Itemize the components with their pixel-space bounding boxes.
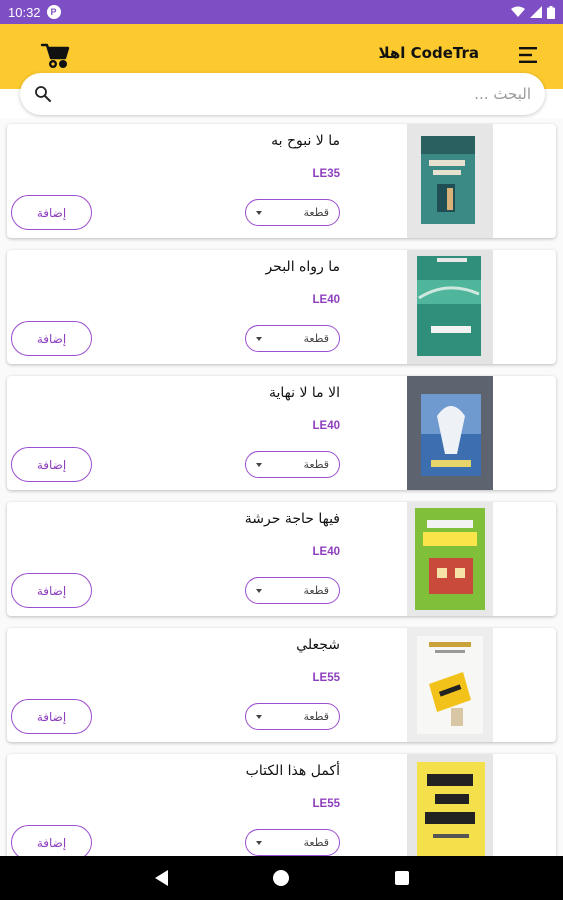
quantity-select[interactable]: قطعة (245, 451, 340, 478)
product-card[interactable]: فيها حاجة حرشة LE40 قطعة إضافة (7, 502, 556, 616)
product-card[interactable]: ما لا نبوح به LE35 قطعة إضافة (7, 124, 556, 238)
product-price: LE40 (312, 420, 341, 432)
quantity-select[interactable]: قطعة (245, 577, 340, 604)
dropdown-arrow-icon (256, 588, 262, 593)
add-to-cart-button[interactable]: إضافة (11, 447, 92, 482)
system-icons (511, 5, 555, 19)
product-card[interactable]: أكمل هذا الكتاب LE55 قطعة إضافة (7, 754, 556, 856)
product-card[interactable]: الا ما لا نهاية LE40 قطعة إضافة (7, 376, 556, 490)
cart-button[interactable] (38, 40, 72, 70)
book-cover-image (407, 754, 493, 856)
status-time: 10:32 (8, 4, 41, 20)
dropdown-arrow-icon (256, 714, 262, 719)
product-title: الا ما لا نهاية (269, 385, 340, 401)
add-to-cart-button[interactable]: إضافة (11, 573, 92, 608)
cart-icon (40, 43, 70, 68)
product-title: شجعلي (296, 637, 340, 653)
book-cover-image (407, 376, 493, 490)
app-notification-icon: P (46, 5, 61, 19)
app-screen: 10:32 P اهلا CodeTra البحث ... ما لا نبو… (0, 0, 563, 900)
add-to-cart-button[interactable]: إضافة (11, 699, 92, 734)
wifi-icon (511, 6, 525, 17)
search-bar (20, 73, 545, 115)
product-price: LE55 (312, 798, 341, 810)
greeting-text: اهلا CodeTra (378, 44, 480, 62)
quantity-unit-label: قطعة (303, 458, 330, 471)
status-bar: 10:32 P (0, 0, 563, 24)
add-to-cart-button[interactable]: إضافة (11, 825, 92, 856)
quantity-select[interactable]: قطعة (245, 325, 340, 352)
recents-icon[interactable] (395, 871, 409, 885)
system-nav-bar (0, 856, 563, 900)
product-title: فيها حاجة حرشة (244, 511, 340, 527)
quantity-unit-label: قطعة (303, 836, 330, 849)
product-price: LE40 (312, 546, 341, 558)
product-list[interactable]: ما لا نبوح به LE35 قطعة إضافة ما رواه ال… (0, 118, 563, 856)
signal-icon (530, 6, 542, 18)
home-icon[interactable] (273, 870, 289, 886)
product-title: ما رواه البحر (265, 259, 340, 275)
quantity-unit-label: قطعة (303, 710, 330, 723)
quantity-select[interactable]: قطعة (245, 829, 340, 856)
book-cover-image (407, 502, 493, 616)
book-cover-image (407, 124, 493, 238)
quantity-select[interactable]: قطعة (245, 703, 340, 730)
dropdown-arrow-icon (256, 840, 262, 845)
quantity-select[interactable]: قطعة (245, 199, 340, 226)
quantity-unit-label: قطعة (303, 332, 330, 345)
book-cover-image (407, 250, 493, 364)
add-to-cart-button[interactable]: إضافة (11, 321, 92, 356)
product-price: LE55 (312, 672, 341, 684)
search-input[interactable] (64, 79, 531, 109)
product-price: LE40 (312, 294, 341, 306)
add-to-cart-button[interactable]: إضافة (11, 195, 92, 230)
product-price: LE35 (312, 168, 341, 180)
dropdown-arrow-icon (256, 336, 262, 341)
dropdown-arrow-icon (256, 210, 262, 215)
menu-icon (519, 47, 537, 63)
dropdown-arrow-icon (256, 462, 262, 467)
book-cover-image (407, 628, 493, 742)
product-title: ما لا نبوح به (271, 133, 340, 149)
search-icon[interactable] (34, 85, 52, 103)
quantity-unit-label: قطعة (303, 584, 330, 597)
back-icon[interactable] (155, 870, 169, 886)
battery-icon (547, 5, 555, 19)
product-card[interactable]: ما رواه البحر LE40 قطعة إضافة (7, 250, 556, 364)
product-card[interactable]: شجعلي LE55 قطعة إضافة (7, 628, 556, 742)
quantity-unit-label: قطعة (303, 206, 330, 219)
menu-button[interactable] (519, 46, 541, 64)
product-title: أكمل هذا الكتاب (245, 763, 340, 779)
